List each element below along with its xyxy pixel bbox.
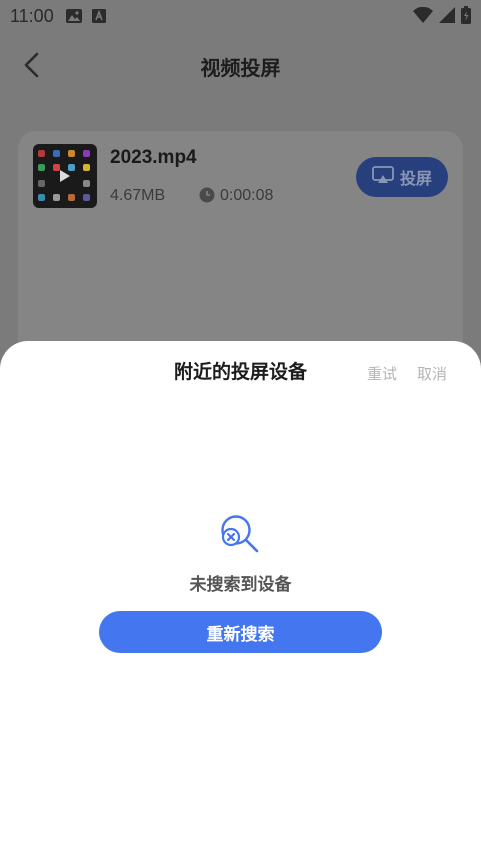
video-file-name: 2023.mp4 xyxy=(110,147,197,168)
header: 视频投屏 xyxy=(0,40,481,92)
signal-icon xyxy=(439,7,455,28)
device-search-sheet: 附近的投屏设备 重试 取消 未搜索到设备 重新搜索 xyxy=(0,341,481,855)
screen-cast-icon xyxy=(372,166,400,188)
cast-button-label: 投屏 xyxy=(399,169,432,188)
status-right-icons xyxy=(413,6,471,29)
battery-icon xyxy=(461,6,471,29)
page-title: 视频投屏 xyxy=(200,56,281,80)
status-time: 11:00 xyxy=(10,5,54,26)
wifi-icon xyxy=(413,6,433,28)
status-bar: 11:00 xyxy=(0,0,481,32)
search-again-button[interactable]: 重新搜索 xyxy=(99,611,382,653)
cast-button[interactable]: 投屏 xyxy=(356,157,448,197)
search-not-found-icon xyxy=(219,513,261,555)
empty-state-message: 未搜索到设备 xyxy=(189,575,292,595)
sheet-title: 附近的投屏设备 xyxy=(173,361,307,383)
a-notification-icon xyxy=(91,9,106,23)
retry-button[interactable]: 重试 xyxy=(367,363,397,384)
cancel-button[interactable]: 取消 xyxy=(417,363,447,384)
video-file-size: 4.67MB xyxy=(110,187,166,204)
video-thumbnail[interactable] xyxy=(33,144,97,208)
video-duration: 0:00:08 xyxy=(220,187,274,204)
image-icon xyxy=(65,9,82,23)
clock-icon xyxy=(199,187,215,203)
play-icon xyxy=(60,170,70,182)
